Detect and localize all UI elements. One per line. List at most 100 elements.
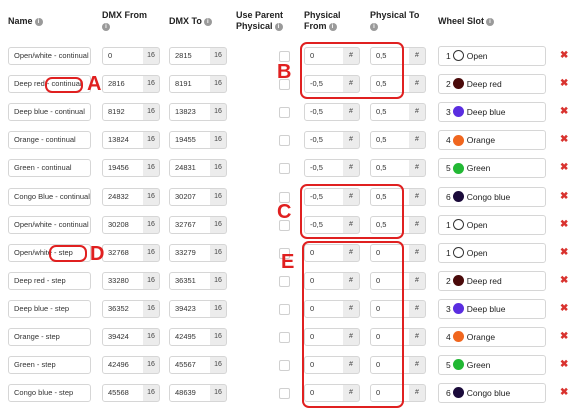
delete-row-icon[interactable]: ✖ <box>560 106 568 118</box>
name-input[interactable]: Orange - continual <box>8 131 91 150</box>
wheel-slot-select[interactable]: 2 Deep red <box>438 74 546 95</box>
wheel-slot-number: 4 <box>446 332 451 342</box>
name-input[interactable]: Deep blue - step <box>8 299 91 318</box>
wheel-slot-name: Deep red <box>466 275 502 286</box>
dmx-from-input[interactable]: 13824 <box>102 131 144 150</box>
dmx-to-input[interactable]: 19455 <box>169 131 211 150</box>
wheel-slot-select[interactable]: 3 Deep blue <box>438 298 546 319</box>
dmx-from-unit: 16 <box>143 271 160 290</box>
color-swatch-icon <box>452 134 464 146</box>
color-swatch-icon <box>452 331 464 343</box>
physical-to-input[interactable]: 0,5 <box>370 159 410 178</box>
name-input[interactable]: Deep blue - continual <box>8 103 91 122</box>
use-parent-physical-checkbox[interactable] <box>279 135 290 147</box>
wheel-slot-select[interactable]: 4 Orange <box>438 130 546 151</box>
dmx-to-input[interactable]: 2815 <box>169 47 211 65</box>
info-icon[interactable]: i <box>274 22 283 31</box>
dmx-from-input[interactable]: 33280 <box>102 271 144 290</box>
delete-row-icon[interactable]: ✖ <box>560 275 568 287</box>
wheel-slot-select[interactable]: 5 Green <box>438 158 546 179</box>
use-parent-physical-checkbox[interactable] <box>279 332 290 343</box>
wheel-slot-select[interactable]: 4 Orange <box>438 327 546 347</box>
wheel-slot-select[interactable]: 6 Congo blue <box>438 383 546 404</box>
wheel-slot-select[interactable]: 3 Deep blue <box>438 102 546 123</box>
dmx-from-input[interactable]: 36352 <box>102 299 144 318</box>
delete-row-icon[interactable]: ✖ <box>560 134 568 146</box>
use-parent-physical-checkbox[interactable] <box>279 360 290 372</box>
delete-row-icon[interactable]: ✖ <box>560 303 568 315</box>
table-row: Deep blue - step 36352 16 39423 16 0 #0 #3 Deep … <box>0 296 580 324</box>
wheel-slot-name: Congo blue <box>466 191 511 202</box>
wheel-slot-select[interactable]: 6 Congo blue <box>438 186 546 207</box>
delete-row-icon[interactable]: ✖ <box>560 331 568 343</box>
info-icon[interactable]: i <box>34 17 43 26</box>
wheel-slot-name: Open <box>466 219 488 230</box>
dmx-from-input[interactable]: 45568 <box>102 384 144 403</box>
dmx-to-input[interactable]: 36351 <box>169 271 211 290</box>
dmx-from-input[interactable]: 42496 <box>102 356 144 375</box>
header-wheel-slot: Wheel Slot i <box>438 16 495 27</box>
info-icon[interactable]: i <box>486 17 495 26</box>
wheel-slot-name: Deep blue <box>466 303 506 314</box>
delete-row-icon[interactable]: ✖ <box>560 162 568 174</box>
dmx-from-unit: 16 <box>143 187 160 206</box>
physical-from-input[interactable]: -0,5 <box>304 131 344 150</box>
delete-row-icon[interactable]: ✖ <box>560 219 568 231</box>
delete-row-icon[interactable]: ✖ <box>560 387 568 399</box>
name-input[interactable]: Open/white - continual <box>8 215 91 234</box>
name-input[interactable]: Congo Blue - continual <box>8 187 91 206</box>
dmx-from-input[interactable]: 0 <box>102 47 144 65</box>
name-input[interactable]: Orange - step <box>8 328 91 346</box>
physical-to-input[interactable]: 0,5 <box>370 131 410 150</box>
wheel-slot-select[interactable]: 2 Deep red <box>438 270 546 291</box>
name-input[interactable]: Open/white - continual <box>8 47 91 65</box>
dmx-from-input[interactable]: 39424 <box>102 328 144 346</box>
use-parent-physical-checkbox[interactable] <box>279 303 290 315</box>
delete-row-icon[interactable]: ✖ <box>560 191 568 203</box>
info-icon[interactable]: i <box>370 22 378 31</box>
dmx-to-input[interactable]: 42495 <box>169 328 211 346</box>
dmx-from-unit: 16 <box>143 299 160 318</box>
dmx-to-input[interactable]: 45567 <box>169 356 211 375</box>
name-input[interactable]: Green - continual <box>8 159 91 178</box>
delete-row-icon[interactable]: ✖ <box>560 50 568 62</box>
wheel-slot-select[interactable]: 1 Open <box>438 242 546 263</box>
dmx-to-input[interactable]: 30207 <box>169 187 211 206</box>
dmx-to-input[interactable]: 32767 <box>169 215 211 234</box>
use-parent-physical-checkbox[interactable] <box>279 107 290 119</box>
name-input[interactable]: Congo blue - step <box>8 384 91 403</box>
physical-to-input[interactable]: 0,5 <box>370 103 410 122</box>
delete-row-icon[interactable]: ✖ <box>560 359 568 371</box>
info-icon[interactable]: i <box>203 17 212 26</box>
info-icon[interactable]: i <box>102 22 110 31</box>
annotation-box-a <box>45 77 83 93</box>
wheel-slot-select[interactable]: 5 Green <box>438 355 546 376</box>
delete-row-icon[interactable]: ✖ <box>560 78 568 90</box>
wheel-slot-select[interactable]: 1 Open <box>438 46 546 66</box>
use-parent-physical-checkbox[interactable] <box>279 275 290 287</box>
physical-from-input[interactable]: -0,5 <box>304 159 344 178</box>
dmx-to-input[interactable]: 24831 <box>169 159 211 178</box>
physical-from-input[interactable]: -0,5 <box>304 103 344 122</box>
delete-row-icon[interactable]: ✖ <box>560 247 568 259</box>
wheel-slot-number: 3 <box>446 303 451 314</box>
dmx-to-input[interactable]: 33279 <box>169 243 211 262</box>
dmx-from-input[interactable]: 32768 <box>102 243 144 262</box>
dmx-to-input[interactable]: 39423 <box>169 299 211 318</box>
use-parent-physical-checkbox[interactable] <box>279 388 290 400</box>
dmx-to-input[interactable]: 8191 <box>169 75 211 94</box>
dmx-to-input[interactable]: 48639 <box>169 384 211 403</box>
color-swatch-icon <box>452 387 464 399</box>
dmx-from-input[interactable]: 19456 <box>102 159 144 178</box>
dmx-from-input[interactable]: 8192 <box>102 103 144 122</box>
info-icon[interactable]: i <box>328 22 337 31</box>
wheel-slot-select[interactable]: 1 Open <box>438 214 546 235</box>
name-input[interactable]: Deep red - step <box>8 271 91 290</box>
name-input[interactable]: Green - step <box>8 356 91 375</box>
dmx-from-input[interactable]: 24832 <box>102 187 144 206</box>
header-dmx-from: DMX From i <box>102 10 147 31</box>
dmx-from-input[interactable]: 2816 <box>102 75 144 94</box>
dmx-from-input[interactable]: 30208 <box>102 215 144 234</box>
dmx-to-input[interactable]: 13823 <box>169 103 211 122</box>
use-parent-physical-checkbox[interactable] <box>279 163 290 175</box>
